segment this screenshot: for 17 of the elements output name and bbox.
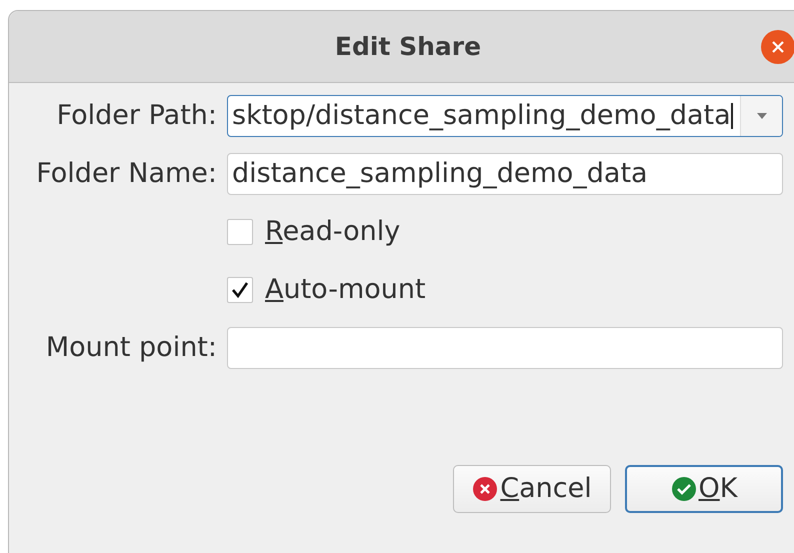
close-icon: [472, 476, 498, 502]
checkbox[interactable]: Read-only: [227, 212, 400, 252]
checkbox[interactable]: Auto-mount: [227, 270, 426, 310]
field-label: Folder Name:: [35, 156, 218, 191]
close-button[interactable]: [761, 30, 794, 64]
field-label: Mount point:: [44, 330, 218, 365]
check-icon: [670, 476, 696, 502]
field-label: Folder Path:: [56, 98, 218, 133]
dropdown-arrow-icon: [756, 112, 768, 120]
input-field[interactable]: [227, 327, 783, 369]
close-icon: [771, 40, 785, 54]
cancel-button[interactable]: Cancel: [453, 465, 611, 513]
check-icon: [231, 281, 249, 299]
window-title: Edit Share: [334, 30, 482, 63]
ok-button[interactable]: OK: [625, 465, 783, 513]
input-field[interactable]: distance_sampling_demo_data: [227, 153, 783, 195]
combo-box[interactable]: sktop/distance_sampling_demo_data: [227, 95, 783, 137]
